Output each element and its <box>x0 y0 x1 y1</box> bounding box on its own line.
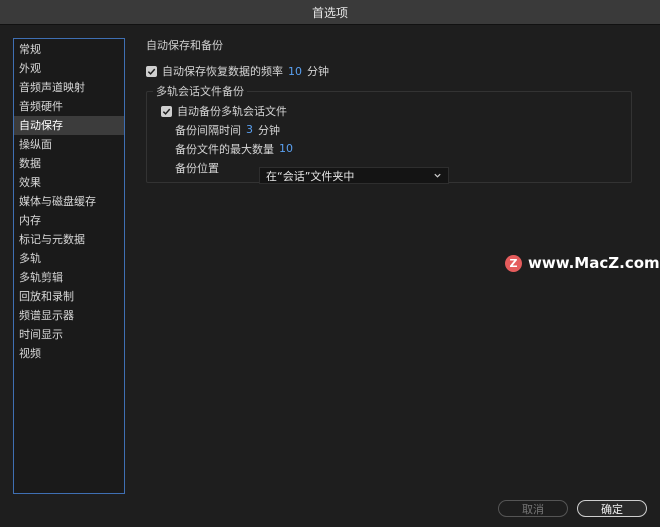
section-title: 自动保存和备份 <box>146 39 223 52</box>
preferences-sidebar: 常规 外观 音频声道映射 音频硬件 自动保存 操纵面 数据 效果 媒体与磁盘缓存… <box>13 38 125 494</box>
sidebar-item-spectral-displays[interactable]: 频谱显示器 <box>14 306 124 325</box>
sidebar-item-multitrack-clips[interactable]: 多轨剪辑 <box>14 268 124 287</box>
sidebar-item-audio-hardware[interactable]: 音频硬件 <box>14 97 124 116</box>
backup-location-select[interactable]: 在“会话”文件夹中 <box>259 167 449 184</box>
checkmark-icon <box>147 68 156 75</box>
sidebar-item-effects[interactable]: 效果 <box>14 173 124 192</box>
multitrack-backup-group: 多轨会话文件备份 自动备份多轨会话文件 备份间隔时间 3 分钟 备份文件的最大数… <box>146 84 632 184</box>
autosave-label: 自动保存恢复数据的频率 <box>162 65 283 78</box>
watermark-text: www.MacZ.com <box>528 254 660 272</box>
sidebar-item-playback-recording[interactable]: 回放和录制 <box>14 287 124 306</box>
auto-backup-checkbox[interactable] <box>161 105 172 117</box>
backup-interval-label: 备份间隔时间 <box>175 123 241 137</box>
sidebar-item-audio-channel-mapping[interactable]: 音频声道映射 <box>14 78 124 97</box>
max-backup-files-label: 备份文件的最大数量 <box>175 142 274 156</box>
sidebar-item-media-disk-cache[interactable]: 媒体与磁盘缓存 <box>14 192 124 211</box>
sidebar-item-multitrack[interactable]: 多轨 <box>14 249 124 268</box>
sidebar-item-markers-metadata[interactable]: 标记与元数据 <box>14 230 124 249</box>
autosave-row: 自动保存恢复数据的频率 10 分钟 <box>146 62 646 80</box>
group-contents: 自动备份多轨会话文件 备份间隔时间 3 分钟 备份文件的最大数量 10 备份位置… <box>161 102 621 184</box>
autosave-interval-value[interactable]: 10 <box>288 65 302 78</box>
ok-button[interactable]: 确定 <box>577 500 647 517</box>
group-legend: 多轨会话文件备份 <box>153 84 247 99</box>
window-titlebar: 首选项 <box>0 0 660 25</box>
backup-location-label: 备份位置 <box>175 161 219 175</box>
sidebar-item-video[interactable]: 视频 <box>14 344 124 363</box>
chevron-down-icon <box>434 173 441 178</box>
watermark: Z www.MacZ.com <box>505 254 660 272</box>
sidebar-item-appearance[interactable]: 外观 <box>14 59 124 78</box>
backup-interval-row: 备份间隔时间 3 分钟 <box>161 120 621 139</box>
sidebar-item-general[interactable]: 常规 <box>14 40 124 59</box>
sidebar-item-auto-save[interactable]: 自动保存 <box>14 116 124 135</box>
sidebar-item-control-surface[interactable]: 操纵面 <box>14 135 124 154</box>
max-backup-files-value[interactable]: 10 <box>279 142 293 155</box>
checkmark-icon <box>162 108 171 115</box>
sidebar-item-memory[interactable]: 内存 <box>14 211 124 230</box>
backup-row: 自动备份多轨会话文件 <box>161 102 621 120</box>
auto-backup-label: 自动备份多轨会话文件 <box>177 105 287 118</box>
sidebar-item-time-display[interactable]: 时间显示 <box>14 325 124 344</box>
sidebar-item-data[interactable]: 数据 <box>14 154 124 173</box>
settings-panel: 自动保存和备份 自动保存恢复数据的频率 10 分钟 多轨会话文件备份 自动备份多… <box>146 38 646 184</box>
backup-interval-unit: 分钟 <box>258 123 280 137</box>
macz-logo-icon: Z <box>505 254 522 272</box>
autosave-checkbox[interactable] <box>146 65 157 77</box>
cancel-button[interactable]: 取消 <box>498 500 568 517</box>
backup-interval-value[interactable]: 3 <box>246 123 253 136</box>
autosave-unit: 分钟 <box>307 65 329 78</box>
backup-location-value: 在“会话”文件夹中 <box>266 169 355 183</box>
window-title: 首选项 <box>311 5 348 20</box>
max-backup-files-row: 备份文件的最大数量 10 <box>161 139 621 158</box>
